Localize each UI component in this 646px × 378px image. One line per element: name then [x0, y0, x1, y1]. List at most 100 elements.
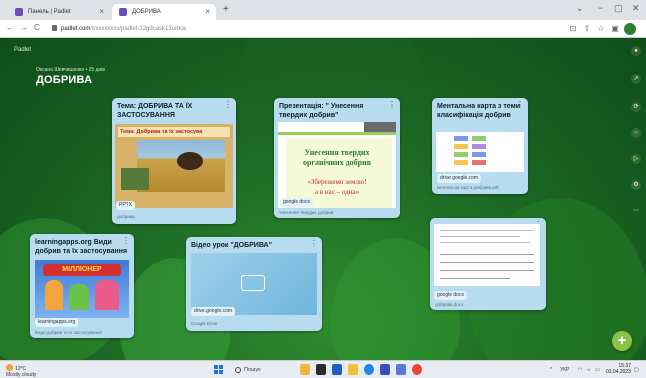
mindmap-node	[472, 144, 486, 149]
close-icon[interactable]: ×	[99, 4, 104, 20]
gear-icon[interactable]: ⚙	[631, 180, 641, 190]
system-clock[interactable]: 15:37 03.04.2023	[603, 363, 631, 375]
tab-panel-padlet[interactable]: Панель | Padlet ×	[8, 4, 110, 20]
post-title: Ментальна карта з теми класифікація добр…	[437, 103, 521, 119]
store-icon[interactable]	[380, 364, 390, 375]
close-window-button[interactable]: ✕	[632, 3, 640, 14]
post-menu-icon[interactable]: ⋮	[224, 100, 232, 109]
doc-line	[440, 236, 520, 237]
post-menu-icon[interactable]: ⋮	[310, 239, 318, 248]
mindmap-node	[454, 160, 468, 165]
slide-quote: «Збережемо землю!	[307, 178, 367, 186]
doc-line	[440, 262, 534, 263]
cartoon-figure	[69, 284, 89, 310]
mindmap-node	[454, 136, 468, 141]
mindmap-node	[472, 136, 486, 141]
language-indicator[interactable]: УКР	[560, 365, 569, 375]
share-icon[interactable]: ↗	[631, 74, 641, 84]
post-menu-icon[interactable]: ⋮	[122, 236, 130, 245]
attachment-name: Google Drive	[191, 321, 218, 326]
profile-avatar[interactable]	[624, 23, 636, 35]
post-title: Презентація: " Унесення твердих добрив"	[279, 103, 364, 119]
tray-chevron-icon[interactable]: ^	[550, 365, 552, 375]
post-card[interactable]: Тема: ДОБРИВА ТА ЇХ ЗАСТОСУВАННЯ ⋮ Тема:…	[112, 98, 236, 224]
post-card[interactable]: ⋮ google docs добрива.docx	[430, 218, 546, 310]
notifications-icon[interactable]: ▢	[634, 365, 639, 375]
comment-icon[interactable]: ○	[631, 128, 641, 138]
maximize-button[interactable]: ▢	[614, 3, 623, 14]
post-card[interactable]: Презентація: " Унесення твердих добрив" …	[274, 98, 400, 218]
wifi-icon[interactable]: ◠	[578, 365, 582, 375]
doc-line	[440, 230, 534, 231]
tab-dobryva[interactable]: ДОБРИВА ×	[112, 4, 216, 20]
post-preview[interactable]: МІЛЛІОНЕР	[35, 260, 129, 318]
slide-corner	[364, 122, 396, 132]
video-preview[interactable]	[191, 253, 317, 315]
attachment-type: google docs	[434, 291, 467, 300]
board-actions-sidebar: ● ↗ ⟳ ○ ▷ ⚙ ⋯	[627, 46, 645, 266]
minimize-button[interactable]: −	[598, 3, 603, 13]
post-menu-icon[interactable]: ⋮	[388, 100, 396, 109]
slide-banner: Тема: Добрива та їх застосува	[118, 127, 230, 137]
remake-icon[interactable]: ⟳	[631, 102, 641, 112]
battery-icon[interactable]: ▭	[595, 365, 600, 375]
more-icon[interactable]: ⋯	[631, 206, 641, 216]
bookmark-star-icon[interactable]: ☆	[596, 24, 606, 34]
slide-heading: Унесення твердих	[304, 148, 370, 157]
attachment-type: google docs	[280, 198, 313, 207]
mindmap-node	[472, 160, 486, 165]
forward-icon[interactable]: →	[20, 23, 28, 32]
tab-label: Панель | Padlet	[28, 9, 71, 15]
browser-tab-strip: Панель | Padlet × ДОБРИВА × + ⌄ − ▢ ✕	[0, 0, 646, 20]
padlet-favicon-icon	[15, 8, 23, 16]
post-card[interactable]: Відео урок "ДОБРИВА" ⋮ drive.google.com …	[186, 237, 322, 331]
padlet-logo[interactable]: Padlet	[14, 47, 31, 53]
padlet-favicon-icon	[119, 8, 127, 16]
weather-desc: Mostly cloudy	[6, 372, 37, 378]
slideshow-icon[interactable]: ▷	[631, 154, 641, 164]
edge-icon[interactable]	[364, 364, 374, 375]
post-card[interactable]: Ментальна карта з теми класифікація добр…	[432, 98, 528, 194]
post-menu-icon[interactable]: ⋮	[516, 100, 524, 109]
slide-heading: органічних добрив	[302, 158, 372, 167]
post-card[interactable]: learningapps.org Види добрив та їх засто…	[30, 234, 134, 338]
share-icon[interactable]: ⇧	[582, 24, 592, 34]
mindmap-node	[472, 152, 486, 157]
board-author: Оксана Шевчишенко • 25 днів	[36, 67, 106, 73]
url-field[interactable]: padlet.com/oxxxxxxxx/padlet-32gdcask13om…	[52, 23, 186, 35]
doc-preview[interactable]	[434, 224, 540, 286]
doc-line	[440, 254, 534, 255]
sidebar-icon[interactable]: ▣	[610, 24, 620, 34]
zoom-icon[interactable]: ⊡	[568, 24, 578, 34]
url-path: /oxxxxxxxx/padlet-32gdcask13omce	[90, 26, 187, 32]
start-button[interactable]	[214, 365, 224, 375]
reload-icon[interactable]: C	[34, 23, 40, 32]
widgets-icon[interactable]	[300, 364, 310, 375]
new-tab-button[interactable]: +	[223, 4, 229, 15]
chrome-icon[interactable]	[412, 364, 422, 375]
post-preview[interactable]: Унесення твердих органічних добрив «Збер…	[278, 122, 396, 208]
back-icon[interactable]: ←	[6, 23, 14, 32]
doc-line	[440, 278, 510, 279]
close-icon[interactable]: ×	[205, 4, 210, 20]
attachment-type: learningapps.org	[35, 318, 79, 327]
tab-search-icon[interactable]: ⌄	[576, 3, 584, 14]
settings-icon[interactable]: ●	[631, 46, 641, 56]
volume-icon[interactable]: ◃	[587, 365, 590, 375]
task-view-icon[interactable]	[316, 364, 326, 375]
teams-icon[interactable]	[396, 364, 406, 375]
file-explorer-icon[interactable]	[348, 364, 358, 375]
slide-stripe	[278, 132, 396, 135]
weather-widget[interactable]: 12°C Mostly cloudy	[6, 364, 36, 378]
taskbar-search[interactable]: Пошук	[232, 364, 282, 376]
attachment-name: Види добрив та їх застосування	[35, 330, 102, 335]
windows-taskbar: 12°C Mostly cloudy Пошук ^ УКР ◠ ◃ ▭ 15:…	[0, 360, 646, 378]
post-preview[interactable]	[436, 132, 524, 172]
weather-icon	[6, 364, 13, 371]
attachment-name: ментальна карта добрива.pdf	[437, 185, 499, 190]
chat-icon[interactable]	[332, 364, 342, 375]
post-preview[interactable]: Тема: Добрива та їх застосува	[115, 124, 233, 208]
mindmap-node	[454, 152, 468, 157]
attachment-name: добрива.docx	[435, 302, 464, 307]
add-post-button[interactable]: +	[612, 331, 632, 351]
